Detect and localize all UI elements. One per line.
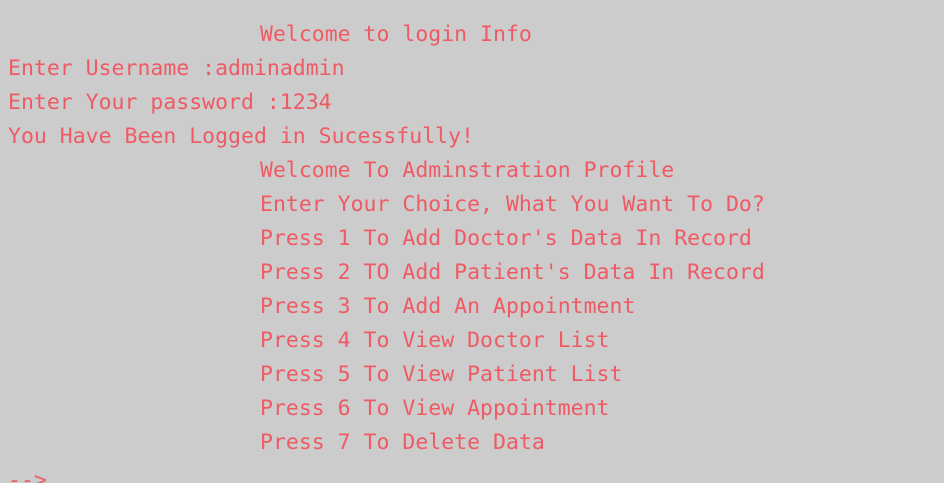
menu-option-1: Press 1 To Add Doctor's Data In Record [260, 226, 752, 251]
menu-option-6: Press 6 To View Appointment [260, 396, 610, 421]
password-prompt: Enter Your password :1234 [8, 90, 332, 115]
menu-option-4: Press 4 To View Doctor List [260, 328, 610, 353]
choice-prompt: Enter Your Choice, What You Want To Do? [260, 192, 765, 217]
console-window[interactable]: Welcome to login Info Enter Username :ad… [0, 0, 944, 483]
admin-profile-header: Welcome To Adminstration Profile [260, 158, 675, 183]
login-success-message: You Have Been Logged in Sucessfully! [8, 124, 474, 149]
input-prompt-cursor[interactable]: --> [8, 464, 47, 483]
menu-option-5: Press 5 To View Patient List [260, 362, 623, 387]
menu-option-3: Press 3 To Add An Appointment [260, 294, 636, 319]
login-welcome-header: Welcome to login Info [260, 22, 532, 47]
username-prompt: Enter Username :adminadmin [8, 56, 345, 81]
menu-option-7: Press 7 To Delete Data [260, 430, 545, 455]
menu-option-2: Press 2 TO Add Patient's Data In Record [260, 260, 765, 285]
